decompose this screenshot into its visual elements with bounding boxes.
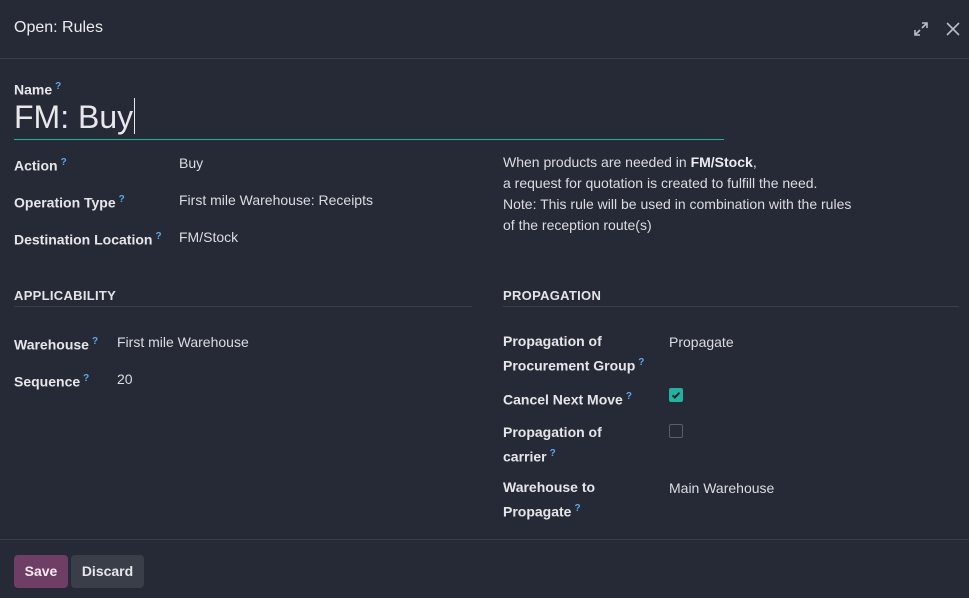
- operation-type-field[interactable]: First mile Warehouse: Receipts: [179, 190, 373, 211]
- name-value: FM: Buy: [14, 99, 134, 135]
- help-line-4: of the reception route(s): [503, 217, 652, 233]
- destination-location-label: Destination Location?: [14, 231, 162, 248]
- close-icon[interactable]: [944, 20, 962, 38]
- help-icon[interactable]: ?: [61, 157, 67, 168]
- discard-button[interactable]: Discard: [71, 555, 144, 588]
- cancel-next-move-checkbox[interactable]: [669, 388, 683, 402]
- propagation-section-title: PROPAGATION: [503, 288, 602, 303]
- dialog-header: Open: Rules: [0, 0, 969, 59]
- help-icon[interactable]: ?: [550, 448, 556, 459]
- action-label: Action?: [14, 157, 67, 174]
- help-icon[interactable]: ?: [119, 194, 125, 205]
- destination-location-field[interactable]: FM/Stock: [179, 227, 238, 248]
- footer-divider: [0, 539, 969, 540]
- propagation-divider: [503, 306, 959, 307]
- help-line-3: Note: This rule will be used in combinat…: [503, 196, 852, 212]
- applicability-divider: [14, 306, 472, 307]
- propagation-group-field[interactable]: Propagate: [669, 332, 734, 353]
- expand-icon[interactable]: [912, 20, 930, 38]
- sequence-field[interactable]: 20: [117, 369, 133, 390]
- help-line-1: When products are needed in FM/Stock,: [503, 154, 757, 170]
- rule-help-text: When products are needed in FM/Stock, a …: [503, 152, 943, 236]
- cancel-next-move-label: Cancel Next Move?: [503, 391, 632, 408]
- operation-type-label: Operation Type?: [14, 194, 125, 211]
- warehouse-to-propagate-field[interactable]: Main Warehouse: [669, 478, 774, 499]
- propagation-carrier-label: Propagation of carrier?: [503, 424, 602, 465]
- help-line-2: a request for quotation is created to fu…: [503, 175, 818, 191]
- applicability-section-title: APPLICABILITY: [14, 288, 117, 303]
- warehouse-label: Warehouse?: [14, 336, 99, 353]
- warehouse-to-propagate-label: Warehouse to Propagate?: [503, 479, 596, 520]
- help-icon[interactable]: ?: [92, 336, 98, 347]
- warehouse-field[interactable]: First mile Warehouse: [117, 332, 249, 353]
- text-cursor: [134, 98, 136, 134]
- help-icon[interactable]: ?: [55, 81, 61, 92]
- help-icon[interactable]: ?: [155, 231, 161, 242]
- help-icon[interactable]: ?: [83, 373, 89, 384]
- help-icon[interactable]: ?: [626, 391, 632, 402]
- propagation-group-label: Propagation of Procurement Group?: [503, 333, 645, 374]
- propagation-carrier-checkbox[interactable]: [669, 424, 683, 438]
- action-field[interactable]: Buy: [179, 153, 203, 174]
- dialog-title: Open: Rules: [14, 19, 103, 36]
- name-input[interactable]: FM: Buy: [14, 97, 724, 140]
- help-icon[interactable]: ?: [574, 503, 580, 514]
- sequence-label: Sequence?: [14, 373, 90, 390]
- save-button[interactable]: Save: [14, 555, 68, 588]
- help-icon[interactable]: ?: [638, 357, 644, 368]
